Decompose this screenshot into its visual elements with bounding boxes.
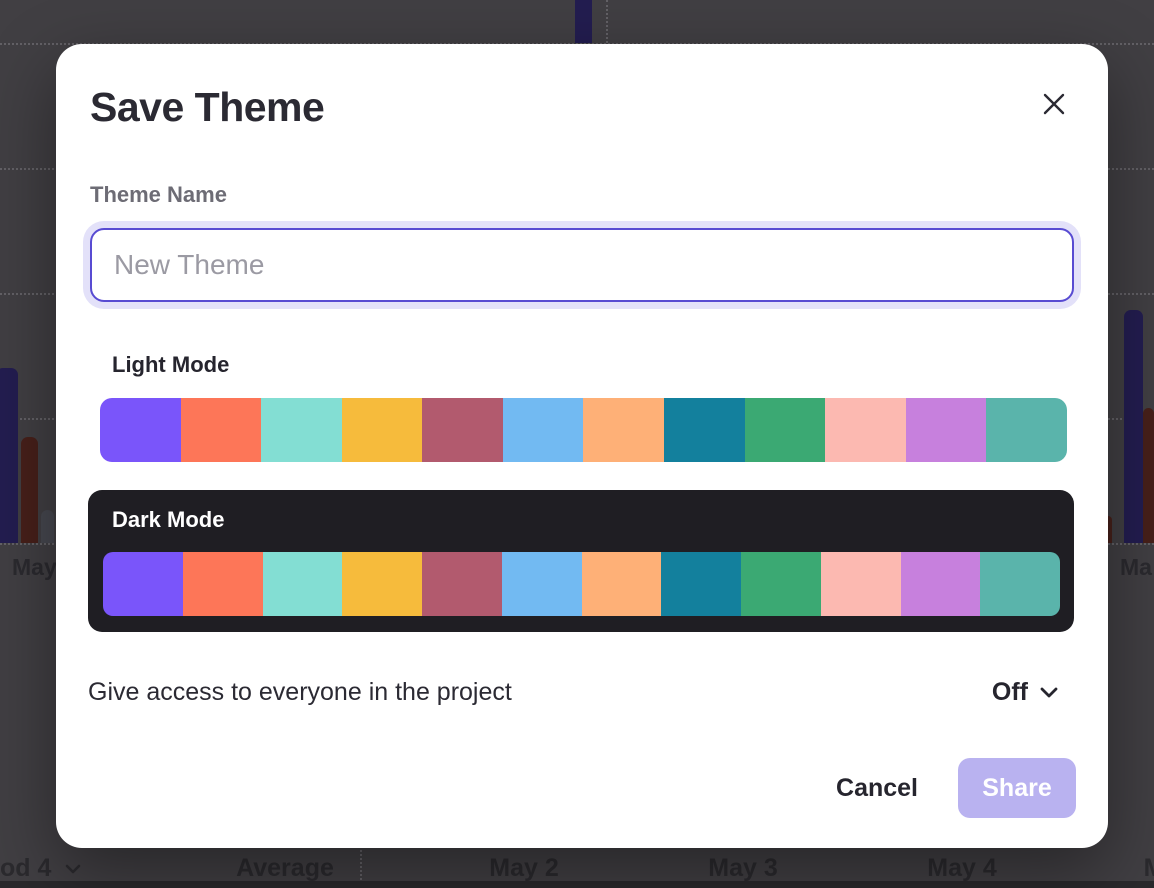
bottom-column-header: Average [236, 854, 334, 883]
palette-swatch-9 [825, 398, 906, 462]
palette-swatch-3 [342, 552, 422, 616]
chart-bar [41, 510, 54, 543]
palette-swatch-6 [583, 398, 664, 462]
palette-swatch-3 [342, 398, 423, 462]
palette-swatch-1 [183, 552, 263, 616]
bottom-column-header: May 3 [708, 854, 777, 883]
palette-swatch-8 [745, 398, 826, 462]
palette-swatch-11 [980, 552, 1060, 616]
chart-bar [0, 368, 18, 543]
palette-swatch-7 [661, 552, 741, 616]
share-button[interactable]: Share [958, 758, 1076, 818]
chart-bar [21, 437, 38, 543]
bottom-column-header: May 2 [489, 854, 558, 883]
palette-swatch-2 [261, 398, 342, 462]
dialog-footer: Cancel Share [836, 758, 1076, 818]
chevron-down-icon [1040, 687, 1058, 698]
palette-swatch-2 [263, 552, 343, 616]
palette-swatch-4 [422, 552, 502, 616]
palette-swatch-6 [582, 552, 662, 616]
bottom-column-header: May 4 [927, 854, 996, 883]
chart-bar [1124, 310, 1143, 543]
bottom-column-header: M [1144, 854, 1154, 883]
light-mode-palette [100, 398, 1067, 462]
palette-swatch-10 [901, 552, 981, 616]
period-selector-dropdown[interactable]: od 4 [0, 854, 81, 883]
palette-swatch-0 [100, 398, 181, 462]
dialog-title: Save Theme [90, 84, 324, 131]
period-selector-label: od 4 [0, 854, 51, 883]
dark-mode-label: Dark Mode [112, 507, 224, 533]
palette-swatch-10 [906, 398, 987, 462]
save-theme-dialog: Save Theme Theme Name Light Mode Dark Mo… [56, 44, 1108, 848]
palette-swatch-7 [664, 398, 745, 462]
x-axis-label-left: May [12, 554, 57, 581]
theme-name-label: Theme Name [90, 182, 227, 208]
palette-swatch-0 [103, 552, 183, 616]
palette-swatch-9 [821, 552, 901, 616]
x-axis-label-right: Ma [1120, 554, 1152, 581]
access-label: Give access to everyone in the project [88, 678, 512, 707]
palette-swatch-5 [502, 552, 582, 616]
screen: May Ma od 4 Average May 2 May 3 May 4 M Save… [0, 0, 1154, 888]
palette-swatch-11 [986, 398, 1067, 462]
close-icon [1041, 91, 1067, 117]
access-row: Give access to everyone in the project O… [88, 678, 1058, 707]
access-dropdown[interactable]: Off [992, 678, 1058, 707]
palette-swatch-4 [422, 398, 503, 462]
light-mode-label: Light Mode [112, 352, 229, 378]
dark-mode-card: Dark Mode [88, 490, 1074, 632]
chart-bar [575, 0, 592, 43]
theme-name-input[interactable] [90, 228, 1074, 302]
palette-swatch-1 [181, 398, 262, 462]
gridline [606, 0, 608, 43]
chevron-down-icon [65, 864, 81, 874]
palette-swatch-8 [741, 552, 821, 616]
dark-mode-palette [103, 552, 1060, 616]
cancel-button[interactable]: Cancel [836, 774, 918, 803]
access-value: Off [992, 678, 1028, 707]
chart-bar [1143, 408, 1154, 543]
close-button[interactable] [1036, 86, 1072, 122]
palette-swatch-5 [503, 398, 584, 462]
